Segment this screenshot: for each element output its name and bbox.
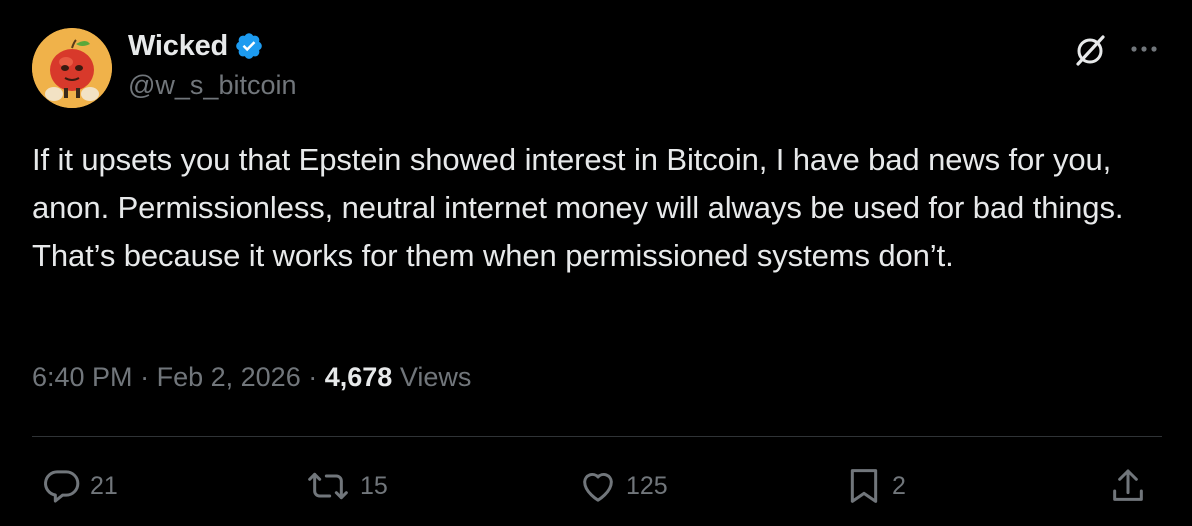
apple-character-avatar-icon — [32, 28, 112, 108]
tweet-card: Wicked @w_s_bitcoin If it upsets you tha… — [0, 0, 1192, 526]
heart-icon — [583, 473, 613, 502]
divider — [32, 436, 1162, 437]
repost-icon — [308, 472, 348, 500]
tweet-meta: 6:40 PM · Feb 2, 2026 · 4,678 Views — [32, 362, 471, 393]
meta-separator: · — [308, 362, 318, 392]
reply-button[interactable]: 21 — [42, 464, 118, 508]
bookmark-button[interactable]: 2 — [844, 464, 906, 508]
reply-icon — [44, 470, 80, 503]
meta-separator: · — [140, 362, 150, 392]
display-name[interactable]: Wicked — [128, 30, 228, 63]
tweet-text: If it upsets you that Epstein showed int… — [32, 142, 1124, 273]
bookmark-icon — [850, 469, 878, 503]
share-icon — [1113, 469, 1143, 501]
tweet-date[interactable]: Feb 2, 2026 — [157, 362, 301, 392]
more-options-icon[interactable] — [1126, 34, 1162, 64]
handle[interactable]: @w_s_bitcoin — [128, 70, 297, 101]
reply-count: 21 — [90, 471, 118, 500]
share-button[interactable] — [1108, 464, 1148, 508]
views-label[interactable]: Views — [400, 362, 472, 392]
author-name-row: Wicked — [128, 28, 264, 64]
bookmark-count: 2 — [892, 471, 906, 500]
avatar[interactable] — [32, 28, 112, 108]
views-count[interactable]: 4,678 — [325, 362, 393, 392]
like-count: 125 — [626, 471, 668, 500]
tweet-time[interactable]: 6:40 PM — [32, 362, 133, 392]
repost-button[interactable]: 15 — [304, 464, 388, 508]
repost-count: 15 — [360, 471, 388, 500]
like-button[interactable]: 125 — [578, 464, 668, 508]
verified-badge-icon[interactable] — [234, 31, 264, 61]
grok-icon[interactable] — [1070, 30, 1110, 70]
